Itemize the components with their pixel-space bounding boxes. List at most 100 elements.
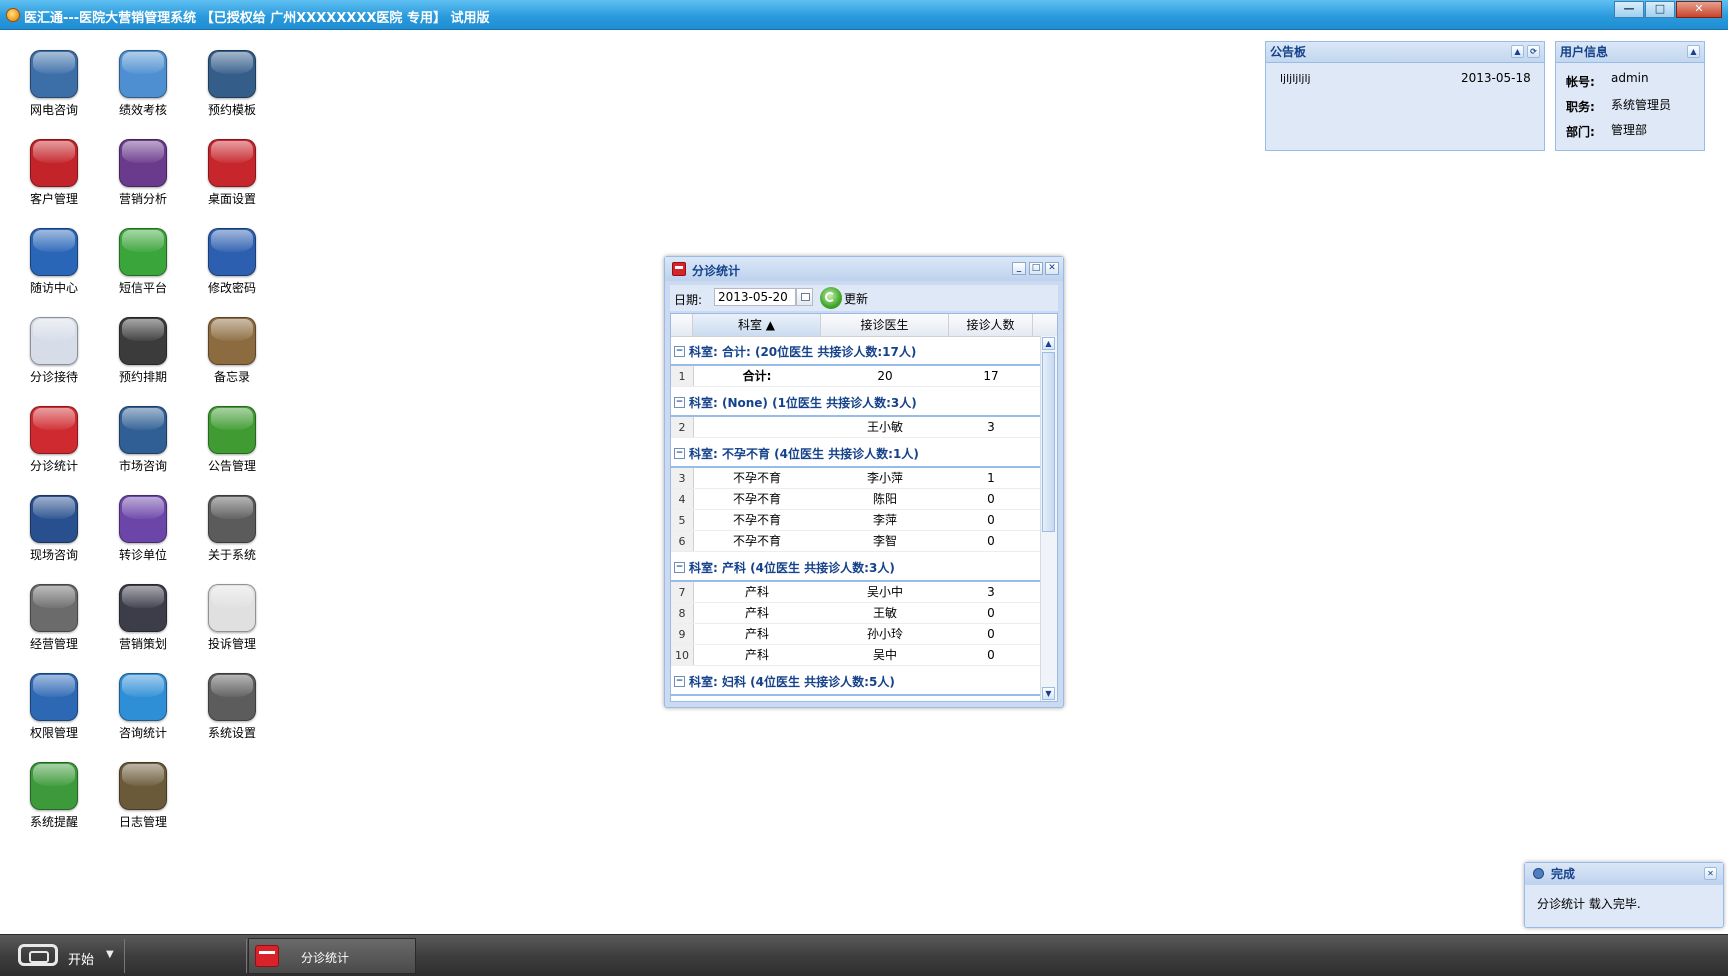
account-label: 帐号: <box>1566 75 1595 89</box>
grid-body: 科室: 合计: (20位医生 共接诊人数:17人)1合计:2017 科室: (No… <box>671 336 1041 701</box>
desktop-icon-user-avatar[interactable]: 客户管理 <box>14 139 94 207</box>
date-picker-button[interactable] <box>796 288 813 306</box>
desktop-icon-camera-lens[interactable]: 关于系统 <box>192 495 272 563</box>
group-header-row[interactable]: 科室: 合计: (20位医生 共接诊人数:17人) <box>671 340 1041 366</box>
desktop-icon-pie-chart[interactable]: 营销分析 <box>103 139 183 207</box>
desktop-icon-label: 预约模板 <box>207 103 256 117</box>
desktop-icon-drafting-compass[interactable]: 营销策划 <box>103 584 183 652</box>
desktop-icon-signal[interactable]: 市场咨询 <box>103 406 183 474</box>
group-header-row[interactable]: 科室: 产科 (4位医生 共接诊人数:3人) <box>671 556 1041 582</box>
scroll-up-icon[interactable]: ▲ <box>1042 337 1055 350</box>
table-row[interactable]: 9 产科 孙小玲 0 <box>671 624 1041 645</box>
desktop-icon-calendar-display[interactable]: 预约排期 <box>103 317 183 385</box>
count-cell: 0 <box>987 534 995 548</box>
table-row[interactable]: 2 王小敏 3 <box>671 417 1041 438</box>
desktop-icon-contact-card[interactable]: 随访中心 <box>14 228 94 296</box>
calendar-icon <box>672 262 686 276</box>
table-row[interactable]: 6 不孕不育 李智 0 <box>671 531 1041 552</box>
table-row[interactable]: 4 不孕不育 陈阳 0 <box>671 489 1041 510</box>
group-header-row[interactable]: 科室: (None) (1位医生 共接诊人数:3人) <box>671 391 1041 417</box>
collapse-icon[interactable]: ▲ <box>1687 45 1700 58</box>
table-row[interactable]: 1 合计: 20 17 <box>671 366 1041 387</box>
desktop-icon-sms[interactable]: 短信平台 <box>103 228 183 296</box>
desktop-icon-briefcase[interactable]: 转诊单位 <box>103 495 183 563</box>
desktop-icon-label: 系统提醒 <box>29 815 78 829</box>
refresh-button[interactable]: 更新 <box>820 286 868 310</box>
checkmark-icon <box>30 317 78 365</box>
desktop-icon-photo-album[interactable]: 预约模板 <box>192 50 272 118</box>
camera-lens-icon <box>208 495 256 543</box>
count-cell: 0 <box>987 606 995 620</box>
desktop-icon-broadcast[interactable]: 公告管理 <box>192 406 272 474</box>
doctor-cell: 吴小中 <box>866 585 903 599</box>
desktop-icon-calculator[interactable]: 经营管理 <box>14 584 94 652</box>
desktop-icon-key[interactable]: 修改密码 <box>192 228 272 296</box>
desktop-icon-label: 关于系统 <box>207 548 256 562</box>
table-row[interactable]: 8 产科 王敏 0 <box>671 603 1041 624</box>
notice-board-header: 公告板 ▲ ⟳ <box>1266 42 1544 63</box>
desktop-icon-calendar[interactable]: 分诊统计 <box>14 406 94 474</box>
column-header-dept[interactable]: 科室 ▲ <box>693 314 821 336</box>
dept-label: 部门: <box>1566 125 1595 139</box>
maximize-icon[interactable]: □ <box>1029 262 1043 275</box>
desktop-icon-checkmark[interactable]: 分诊接待 <box>14 317 94 385</box>
desktop-icon-alarm-clock[interactable]: 系统提醒 <box>14 762 94 830</box>
start-button[interactable]: 开始 ▼ <box>6 939 122 973</box>
taskbar-divider <box>246 939 247 973</box>
desktop-icon-graph-curve[interactable]: 绩效考核 <box>103 50 183 118</box>
row-number-cell: 2 <box>671 417 694 437</box>
desktop-icon-label: 市场咨询 <box>118 459 167 473</box>
table-row[interactable]: 7 产科 吴小中 3 <box>671 582 1041 603</box>
desktop-icon-pen-paper[interactable]: 投诉管理 <box>192 584 272 652</box>
triage-stats-grid: 科室 ▲ 接诊医生 接诊人数 科室: 合计: (20位医生 共接诊人数:17人)… <box>670 313 1058 702</box>
chevron-down-icon[interactable]: ▼ <box>106 949 114 960</box>
desktop-icon-label: 修改密码 <box>207 281 256 295</box>
desktop-icon-monitor-graph[interactable]: 现场咨询 <box>14 495 94 563</box>
desktop-icon-notepad[interactable]: 日志管理 <box>103 762 183 830</box>
group-header-row[interactable]: 科室: 不孕不育 (4位医生 共接诊人数:1人) <box>671 442 1041 468</box>
user-avatar-icon <box>30 139 78 187</box>
toast-title: 完成 <box>1551 867 1576 881</box>
minimize-button[interactable]: — <box>1614 1 1644 18</box>
table-row[interactable]: 5 不孕不育 李萍 0 <box>671 510 1041 531</box>
group-header-row[interactable]: 科室: 妇科 (4位医生 共接诊人数:5人) <box>671 670 1041 696</box>
monitor-icon <box>208 139 256 187</box>
row-number-cell: 4 <box>671 489 694 509</box>
scroll-thumb[interactable] <box>1042 352 1055 532</box>
collapse-icon[interactable]: ▲ <box>1511 45 1524 58</box>
desktop-icon-monitor[interactable]: 桌面设置 <box>192 139 272 207</box>
minimize-icon[interactable]: _ <box>1012 262 1026 275</box>
doctor-cell: 李萍 <box>872 513 897 527</box>
close-button[interactable]: ✕ <box>1676 1 1722 18</box>
scroll-down-icon[interactable]: ▼ <box>1042 687 1055 700</box>
desktop-icon-user-group[interactable]: 权限管理 <box>14 673 94 741</box>
desktop-icon-chat-bubble[interactable]: 网电咨询 <box>14 50 94 118</box>
notice-item[interactable]: ljljljljlj 2013-05-18 <box>1266 63 1544 87</box>
refresh-icon <box>820 287 842 309</box>
triage-stats-window-header[interactable]: 分诊统计 _ □ ✕ <box>665 257 1063 281</box>
refresh-icon[interactable]: ⟳ <box>1527 45 1540 58</box>
close-icon[interactable]: ✕ <box>1704 867 1717 880</box>
desktop-icon-line-chart[interactable]: 咨询统计 <box>103 673 183 741</box>
briefcase-icon <box>119 495 167 543</box>
taskbar-item-triage-stats[interactable]: 分诊统计 <box>248 938 416 974</box>
desktop-icon-gear[interactable]: 系统设置 <box>192 673 272 741</box>
table-row[interactable]: 3 不孕不育 李小萍 1 <box>671 468 1041 489</box>
desktop-icon-label: 营销策划 <box>118 637 167 651</box>
refresh-label: 更新 <box>844 291 869 306</box>
column-header-count[interactable]: 接诊人数 <box>949 314 1033 336</box>
count-cell: 0 <box>987 492 995 506</box>
maximize-button[interactable]: □ <box>1645 1 1675 18</box>
dept-cell: 合计: <box>742 369 772 383</box>
desktop-icon-area: 网电咨询 绩效考核 预约模板客户管理 营销分析 桌面设置随访中心 短信平台 修改密码分诊接待… <box>0 30 300 930</box>
table-row[interactable]: 10 产科 吴中 0 <box>671 645 1041 666</box>
contact-card-icon <box>30 228 78 276</box>
desktop-icon-label: 系统设置 <box>207 726 256 740</box>
doctor-cell: 王小敏 <box>866 420 903 434</box>
date-input[interactable] <box>714 288 796 306</box>
desktop-icon-address-book[interactable]: 备忘录 <box>192 317 272 385</box>
close-icon[interactable]: ✕ <box>1045 262 1059 275</box>
column-header-doctor[interactable]: 接诊医生 <box>821 314 949 336</box>
dept-cell: 不孕不育 <box>732 471 781 485</box>
grid-scrollbar[interactable]: ▲ ▼ <box>1040 336 1057 701</box>
